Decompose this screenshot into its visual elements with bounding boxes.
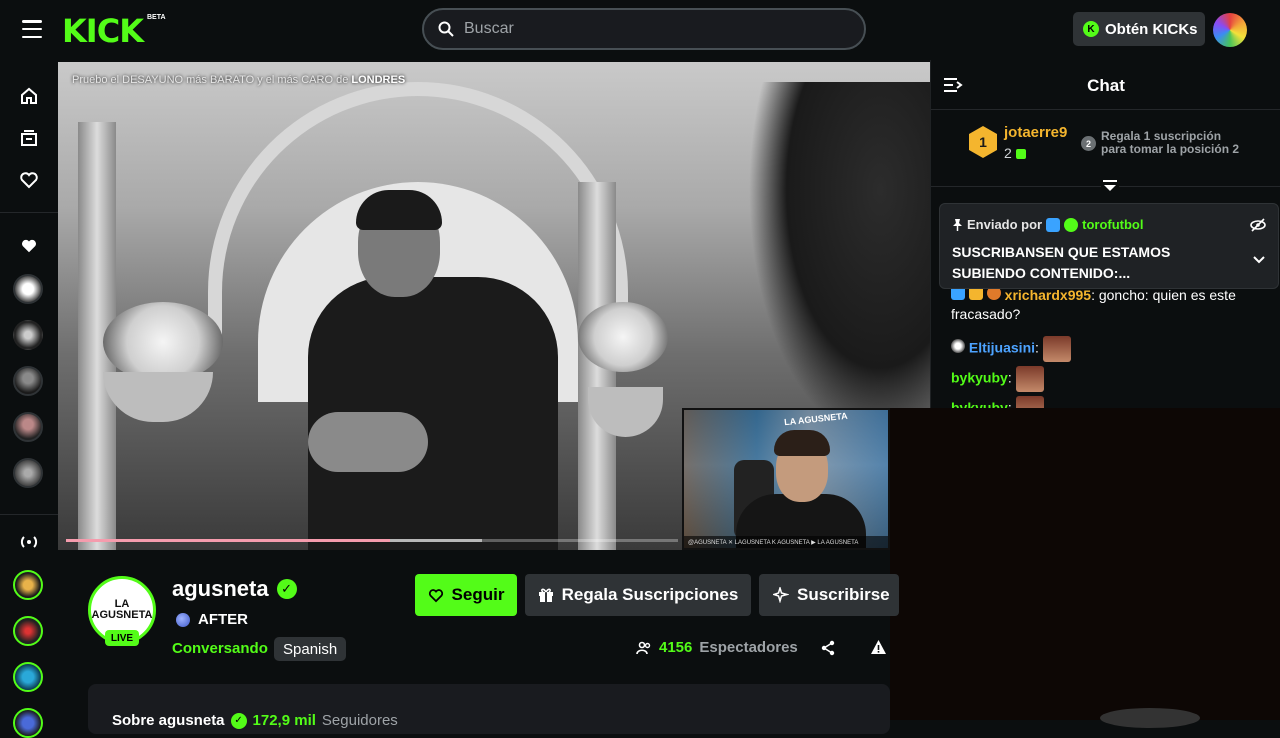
chat-panel: Chat 1 jotaerre9 2 2 Regala 1 suscripció… — [930, 60, 1280, 410]
language-tag[interactable]: Spanish — [274, 637, 347, 661]
user-avatar[interactable] — [1213, 13, 1247, 47]
hide-eye-icon[interactable] — [1250, 218, 1266, 232]
pinned-header: Enviado por torofutbol — [952, 217, 1144, 232]
channel-avatar-text: LA AGUSNETA — [91, 598, 153, 621]
video-scene-pot — [103, 372, 213, 422]
video-scene-person-hands — [308, 412, 428, 472]
stream-title: AFTER — [176, 611, 248, 628]
channel-info: LA AGUSNETA LIVE agusneta ✓ AFTER Conver… — [58, 550, 899, 734]
sidebar — [0, 60, 58, 738]
search-icon — [438, 21, 454, 37]
leader-name[interactable]: jotaerre9 — [1004, 124, 1067, 141]
heart-icon — [428, 588, 443, 602]
subscribe-button[interactable]: Suscribirse — [759, 574, 899, 616]
gift-leaderboard: 1 jotaerre9 2 2 Regala 1 suscripción para… — [931, 110, 1280, 186]
top-bar: KICK BETA K Obtén KICKs — [0, 0, 1280, 60]
followed-channel-avatar[interactable] — [13, 366, 43, 396]
recommended-channel-avatar[interactable] — [13, 662, 43, 692]
chat-message: bykyuby: — [951, 366, 1271, 392]
gift-box-icon — [538, 588, 553, 602]
stream-category[interactable]: Conversando — [172, 640, 268, 657]
emote-icon — [1015, 366, 1044, 392]
about-header: Sobre agusneta ✓ 172,9 mil Seguidores — [112, 712, 398, 729]
pinned-text: SUSCRIBANSEN QUE ESTAMOS SUBIENDO CONTEN… — [952, 244, 1171, 281]
search-bar[interactable] — [422, 8, 866, 50]
viewer-count: 4156 Espectadores — [636, 639, 798, 656]
get-kicks-button[interactable]: K Obtén KICKs — [1073, 12, 1205, 46]
kicks-coin-icon: K — [1083, 21, 1099, 37]
rank-2-badge: 2 — [1081, 136, 1096, 151]
followed-channel-avatar[interactable] — [13, 274, 43, 304]
recommended-channel-avatar[interactable] — [13, 708, 43, 738]
gift-icon — [1015, 149, 1026, 159]
chat-message: xrichardx995: goncho: quien es este frac… — [951, 286, 1236, 322]
recommended-channel-avatar[interactable] — [13, 616, 43, 646]
video-scene-flowers — [578, 302, 668, 372]
beta-label: BETA — [147, 14, 166, 21]
leader-cta[interactable]: Regala 1 suscripción para tomar la posici… — [1101, 130, 1239, 156]
about-section: Sobre agusneta ✓ 172,9 mil Seguidores — [88, 684, 890, 734]
kick-logo[interactable]: KICK — [62, 12, 144, 50]
emote-icon — [1042, 336, 1071, 362]
chevron-down-icon[interactable] — [1252, 252, 1266, 266]
sidebar-divider — [0, 514, 58, 515]
following-heart-icon[interactable] — [17, 168, 41, 192]
video-progress-bar[interactable] — [66, 539, 678, 542]
sidebar-divider — [0, 212, 58, 213]
globe-icon — [176, 612, 190, 627]
chat-badge-icon — [1046, 217, 1061, 232]
video-scene-person-hair — [356, 190, 442, 230]
webcam-footer: @AGUSNETA ✕ LAGUSNETA K AGUSNETA ▶ LA AG… — [684, 536, 888, 548]
live-badge: LIVE — [105, 630, 139, 646]
search-input[interactable] — [464, 20, 844, 38]
video-buffer-bar — [66, 539, 483, 542]
browse-icon[interactable] — [17, 126, 41, 150]
warning-icon[interactable] — [870, 639, 887, 656]
video-title-overlay: Pruebo el DESAYUNO más BARATO y el más C… — [72, 74, 406, 86]
leader-gift-count: 2 — [1004, 145, 1026, 161]
viewers-icon — [636, 641, 651, 654]
home-icon[interactable] — [17, 84, 41, 108]
chat-username[interactable]: xrichardx995 — [1005, 287, 1091, 303]
chat-username[interactable]: bykyuby — [951, 370, 1008, 386]
get-kicks-label: Obtén KICKs — [1105, 20, 1198, 38]
rank-1-badge: 1 — [969, 126, 997, 158]
webcam-person-hair — [774, 430, 830, 456]
share-icon[interactable] — [820, 640, 836, 656]
video-scene-flowers — [103, 302, 223, 382]
pin-icon — [953, 219, 962, 231]
verified-badge-icon — [1064, 217, 1079, 232]
verified-check-icon: ✓ — [276, 579, 297, 599]
chat-username[interactable]: Eltijuasini — [969, 340, 1035, 356]
expand-leaderboard-icon[interactable] — [1101, 179, 1119, 193]
chat-message: Eltijuasini: — [951, 336, 1271, 362]
chat-title: Chat — [1087, 76, 1125, 95]
followed-channel-avatar[interactable] — [13, 320, 43, 350]
chat-header: Chat — [931, 60, 1280, 110]
pinned-by-label: Enviado por — [967, 217, 1043, 232]
followed-channels-heart-icon — [17, 234, 41, 258]
webcam-overlay: LA AGUSNETA @AGUSNETA ✕ LAGUSNETA K AGUS… — [682, 408, 890, 550]
followed-channel-avatar[interactable] — [13, 412, 43, 442]
pinned-username[interactable]: torofutbol — [1082, 217, 1143, 232]
gift-subscriptions-button[interactable]: Regala Suscripciones — [525, 574, 751, 616]
dark-overlay-region — [890, 408, 1280, 720]
follow-button[interactable]: Seguir — [415, 574, 517, 616]
chat-badge-icon — [951, 338, 965, 353]
followed-channel-avatar[interactable] — [13, 458, 43, 488]
video-scene-palm — [748, 82, 930, 442]
recommended-channel-avatar[interactable] — [13, 570, 43, 600]
sparkle-icon — [773, 587, 789, 603]
verified-check-icon: ✓ — [230, 712, 247, 729]
pinned-message[interactable]: Enviado por torofutbol SUSCRIBANSEN QUE … — [939, 203, 1279, 289]
channel-name[interactable]: agusneta ✓ — [172, 576, 297, 602]
menu-icon[interactable] — [22, 20, 42, 38]
live-broadcast-icon — [17, 530, 41, 554]
overlay-spot — [1100, 708, 1200, 728]
